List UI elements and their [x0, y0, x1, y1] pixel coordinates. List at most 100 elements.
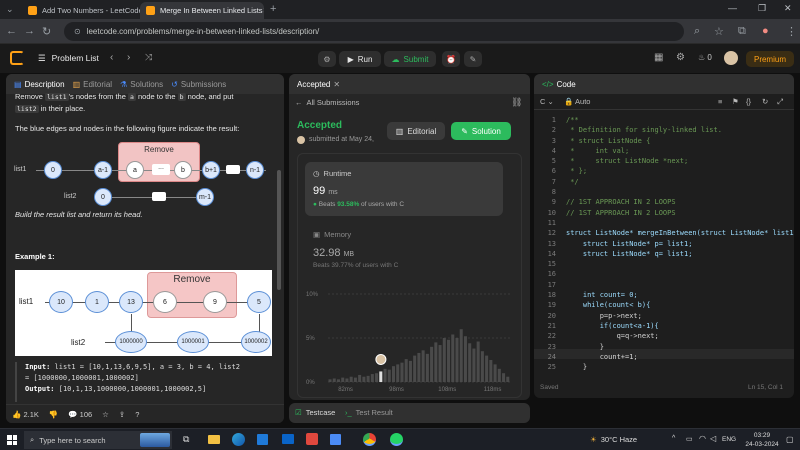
- list-node: 0: [94, 188, 112, 206]
- office-icon[interactable]: [306, 433, 318, 445]
- notes-button[interactable]: ✎: [464, 51, 482, 67]
- bar: [370, 374, 374, 382]
- tab-accepted[interactable]: Accepted ✕: [297, 80, 340, 89]
- share-icon[interactable]: ⇪: [119, 410, 125, 419]
- scrollbar[interactable]: [277, 170, 281, 290]
- runtime-distribution-chart[interactable]: 10% 5% 0% 82ms 98ms 108ms 118ms: [298, 282, 520, 394]
- submit-button[interactable]: ☁ Submit: [384, 51, 436, 67]
- code-editor[interactable]: 1 2 3 4 5 6 7 8 9 10 11 12 13 14 15 16 17 18 19 20 21 22 23 24 2…: [534, 112, 794, 372]
- code-lines: /** * Definition for singly-linked list.…: [566, 115, 794, 372]
- favorite-icon[interactable]: ☆: [102, 410, 109, 419]
- tab-test-result[interactable]: ›_ Test Result: [345, 408, 393, 417]
- runtime-card[interactable]: ◷ Runtime 99 ms ● Beats 93.58% of users w…: [305, 162, 503, 216]
- browser-tab[interactable]: Add Two Numbers - LeetCode ✕: [22, 2, 140, 19]
- whatsapp-icon[interactable]: [390, 433, 403, 446]
- chrome-icon[interactable]: [363, 433, 376, 446]
- site-info-icon[interactable]: ⊙: [74, 27, 81, 36]
- language-select[interactable]: C ⌄: [540, 97, 554, 106]
- menu-icon[interactable]: ⋮: [786, 25, 797, 38]
- close-icon[interactable]: ✕: [263, 6, 264, 15]
- weather-widget[interactable]: ☀ 30°C Haze: [590, 435, 637, 444]
- bar: [349, 376, 353, 382]
- file-explorer-icon[interactable]: [208, 435, 220, 444]
- task-view-icon[interactable]: ⧉: [183, 434, 189, 445]
- dislike-icon[interactable]: 👎: [49, 410, 58, 419]
- notification-icon[interactable]: ▢: [786, 435, 794, 444]
- prev-problem-icon[interactable]: ‹: [110, 52, 113, 63]
- tab-editorial[interactable]: ▥ Editorial: [73, 80, 112, 89]
- wifi-icon[interactable]: ◠: [699, 434, 706, 443]
- tab-title: Merge In Between Linked Lists: [160, 6, 263, 15]
- bar: [341, 377, 345, 382]
- minimize-icon[interactable]: —: [728, 3, 737, 13]
- settings-icon[interactable]: ⚙: [676, 52, 685, 63]
- tab-submissions[interactable]: ↺ Submissions: [171, 80, 226, 89]
- bar: [383, 368, 387, 382]
- memory-card[interactable]: ▣ Memory 32.98 MB Beats 39.77% of users w…: [305, 226, 503, 272]
- auto-toggle[interactable]: 🔒 Auto: [564, 97, 590, 106]
- next-problem-icon[interactable]: ›: [127, 52, 130, 63]
- bar-highlight: [379, 371, 383, 382]
- premium-button[interactable]: Premium: [746, 51, 794, 67]
- extensions-icon[interactable]: ⧉: [738, 25, 746, 38]
- reload-icon[interactable]: ↻: [42, 25, 51, 38]
- window-close-icon[interactable]: ✕: [784, 3, 792, 14]
- tab-search-icon[interactable]: ⌄: [6, 4, 14, 15]
- comments-button[interactable]: 💬 106: [68, 410, 92, 419]
- city-widget-icon[interactable]: [140, 433, 170, 447]
- debug-button[interactable]: ⚙: [318, 51, 336, 67]
- avatar[interactable]: [724, 51, 738, 65]
- volume-icon[interactable]: ◁: [710, 434, 716, 443]
- help-icon[interactable]: ?: [135, 410, 139, 419]
- editorial-button[interactable]: ▥ Editorial: [387, 122, 445, 140]
- store-icon[interactable]: [257, 434, 268, 445]
- network-icon[interactable]: ▭: [686, 435, 693, 443]
- terminal-icon: ›_: [345, 408, 352, 417]
- link-icon[interactable]: ⛓: [511, 97, 522, 108]
- layout-icon[interactable]: ▦: [654, 52, 663, 63]
- run-button[interactable]: ▶ Run: [339, 51, 381, 67]
- bar: [430, 346, 434, 382]
- tray-chevron-icon[interactable]: ^: [672, 435, 675, 442]
- streak-counter[interactable]: ♨ 0: [698, 53, 712, 62]
- all-submissions-link[interactable]: ← All Submissions: [295, 98, 359, 107]
- memory-value: 32.98 MB: [313, 247, 355, 259]
- tab-code[interactable]: </> Code: [542, 80, 576, 89]
- braces-icon[interactable]: {}: [746, 97, 751, 106]
- browser-tab-active[interactable]: Merge In Between Linked Lists ✕: [140, 2, 264, 19]
- leetcode-logo-icon[interactable]: [10, 51, 24, 65]
- store-bag-icon[interactable]: [330, 434, 341, 445]
- maximize-icon[interactable]: ❐: [758, 3, 766, 14]
- tab-solutions[interactable]: ⚗ Solutions: [120, 80, 163, 89]
- windows-start-icon[interactable]: [7, 435, 17, 445]
- format-icon[interactable]: ≡: [718, 97, 722, 106]
- profile-icon[interactable]: ●: [762, 25, 769, 37]
- tab-description[interactable]: ▤ Description: [14, 80, 65, 89]
- reset-icon[interactable]: ↻: [762, 97, 768, 106]
- shuffle-icon[interactable]: ⤨: [145, 52, 152, 63]
- solution-button[interactable]: ✎ Solution: [451, 122, 511, 140]
- language-indicator[interactable]: ENG: [722, 436, 736, 443]
- clock[interactable]: 03:29 24-03-2024: [742, 431, 782, 449]
- problem-list-button[interactable]: ☰ Problem List: [38, 53, 99, 64]
- bar: [455, 338, 459, 382]
- forward-icon[interactable]: →: [24, 25, 35, 37]
- input-value-cont: = [1000000,1000001,1000002]: [25, 374, 139, 382]
- url-field[interactable]: ⊙ leetcode.com/problems/merge-in-between…: [64, 22, 684, 41]
- fullscreen-icon[interactable]: ⤢: [777, 97, 783, 107]
- like-button[interactable]: 👍 2.1K: [12, 410, 39, 419]
- edge-icon[interactable]: [232, 433, 245, 446]
- bookmark-icon[interactable]: ⚑: [732, 97, 739, 106]
- new-tab-icon[interactable]: +: [270, 3, 276, 15]
- line-number: 1: [551, 116, 556, 124]
- close-icon[interactable]: ✕: [333, 80, 340, 89]
- list-node: 9: [203, 291, 227, 313]
- search-icon[interactable]: ⌕: [694, 25, 700, 38]
- back-icon[interactable]: ←: [6, 25, 17, 37]
- memory-label: ▣ Memory: [313, 230, 352, 239]
- star-icon[interactable]: ☆: [714, 25, 724, 38]
- timer-button[interactable]: ⏰: [442, 51, 460, 67]
- mail-icon[interactable]: [282, 434, 294, 444]
- tab-testcase[interactable]: ☑ Testcase: [295, 408, 335, 417]
